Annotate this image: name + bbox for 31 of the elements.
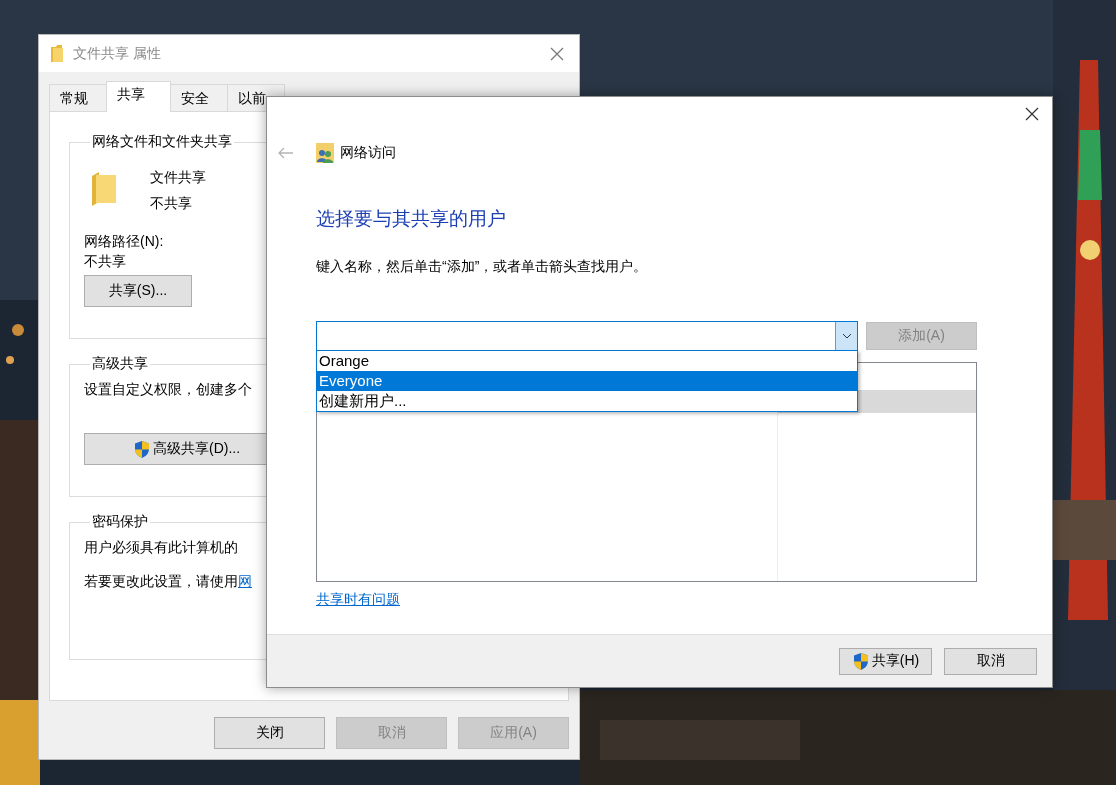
group-title: 网络文件和文件夹共享	[91, 133, 233, 151]
settings-link[interactable]: 网	[238, 573, 252, 589]
help-link[interactable]: 共享时有问题	[316, 591, 400, 609]
group-title: 高级共享	[91, 355, 149, 373]
shield-icon	[851, 651, 870, 671]
dropdown-option[interactable]: 创建新用户...	[317, 391, 857, 411]
folder-icon	[51, 45, 63, 62]
description-text: 若要更改此设置，请使用网	[84, 572, 252, 591]
dialog-title: 网络访问	[340, 144, 396, 162]
group-title: 密码保护	[91, 513, 149, 531]
chevron-down-icon	[841, 333, 852, 339]
instruction-text: 键入名称，然后单击“添加”，或者单击箭头查找用户。	[316, 258, 649, 276]
dropdown-option[interactable]: Orange	[317, 351, 857, 371]
dialog-button[interactable]: 关闭	[214, 717, 325, 749]
description-text: 设置自定义权限，创建多个	[84, 380, 252, 399]
folder-icon	[92, 172, 116, 206]
tab[interactable]: 常规	[49, 84, 107, 112]
dialog-button[interactable]: 共享(H)	[839, 647, 932, 675]
window-title: 文件共享 属性	[73, 44, 162, 63]
heading: 选择要与其共享的用户	[316, 207, 507, 231]
tab[interactable]: 共享	[106, 81, 171, 112]
path-label: 网络路径(N):	[84, 232, 164, 251]
folder-name: 文件共享	[150, 168, 206, 187]
description-text: 用户必须具有此计算机的	[84, 538, 238, 557]
path-value: 不共享	[84, 252, 126, 271]
dropdown-option[interactable]: Everyone	[317, 371, 857, 391]
shield-icon	[133, 439, 151, 459]
network-users-icon	[316, 143, 334, 163]
share-status: 不共享	[150, 194, 193, 213]
dialog-button[interactable]: 取消	[944, 647, 1037, 675]
share-button[interactable]: 共享(S)...	[84, 275, 192, 307]
